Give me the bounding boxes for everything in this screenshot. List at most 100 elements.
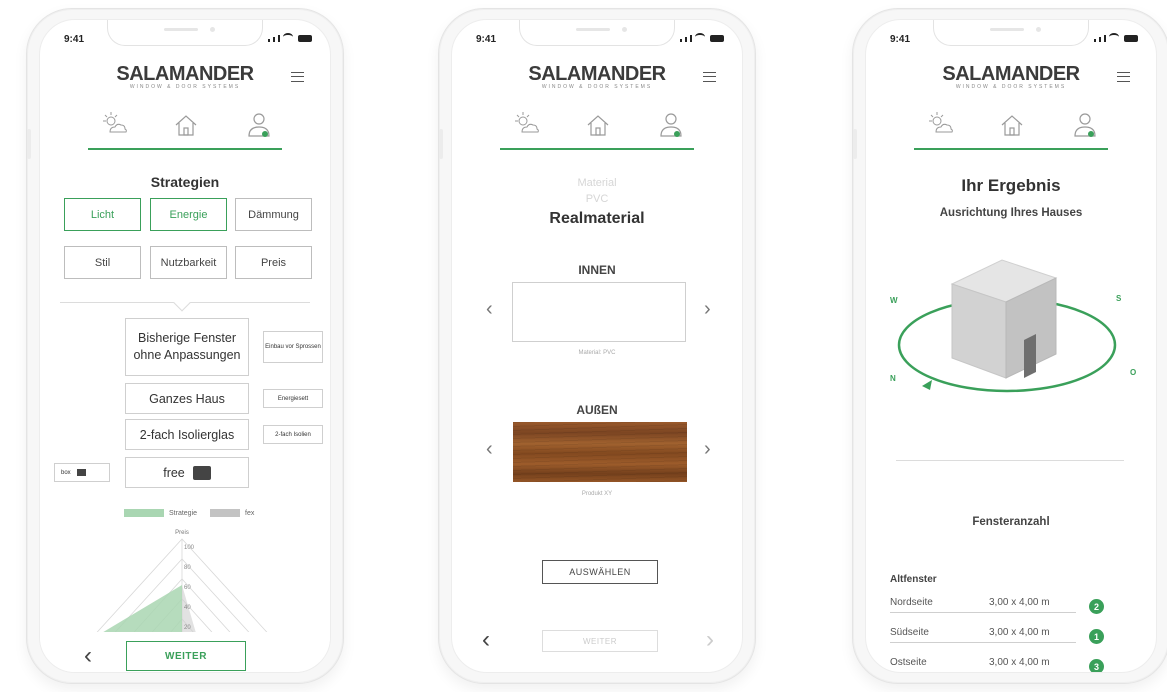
wifi-icon [283, 33, 293, 41]
forward-arrow-icon[interactable]: › [706, 626, 714, 654]
notch [933, 20, 1089, 46]
volume-button [853, 129, 857, 159]
side-card-energie[interactable]: Energiesett [263, 389, 323, 408]
row-value: 3,00 x 4,00 m [989, 657, 1050, 668]
page-title: Ihr Ergebnis [961, 176, 1061, 195]
card-ganzes-haus[interactable]: Ganzes Haus [125, 383, 249, 414]
strategy-preis[interactable]: Preis [235, 246, 312, 279]
hamburger-menu-icon[interactable] [703, 72, 716, 82]
battery-icon [710, 35, 724, 42]
row-value: 3,00 x 4,00 m [989, 627, 1050, 638]
back-arrow-icon[interactable]: ‹ [482, 626, 490, 654]
phone-strategien: 9:41 SALAMANDER WINDOW & DOOR SYSTEMS St… [26, 8, 344, 684]
strategy-nutzbarkeit[interactable]: Nutzbarkeit [150, 246, 227, 279]
user-icon[interactable] [1070, 110, 1100, 140]
strategy-energie[interactable]: Energie [150, 198, 227, 231]
radar-tick-100: 100 [184, 545, 195, 551]
phone-realmaterial: 9:41 SALAMANDER WINDOW & DOOR SYSTEMS Ma… [438, 8, 756, 684]
select-button[interactable]: AUSWÄHLEN [542, 560, 658, 584]
user-icon[interactable] [656, 110, 686, 140]
next-outer-arrow-icon[interactable]: › [704, 438, 711, 461]
door-icon [1024, 334, 1036, 378]
section-title: Fensteranzahl [972, 516, 1050, 528]
status-icons [680, 33, 724, 42]
screen-strategien: 9:41 SALAMANDER WINDOW & DOOR SYSTEMS St… [39, 19, 331, 673]
row-label: Ostseite [890, 657, 927, 668]
status-time: 9:41 [890, 34, 911, 45]
step-navigation [88, 108, 282, 150]
notch [107, 20, 263, 46]
sun-cloud-icon[interactable] [924, 110, 954, 140]
wifi-icon [695, 33, 705, 41]
window-row-sued[interactable]: Südseite 3,00 x 4,00 m 1 [890, 622, 1104, 644]
screen-ergebnis: 9:41 SALAMANDER WINDOW & DOOR SYSTEMS Ih… [865, 19, 1157, 673]
legend-label-strategie: Strategie [169, 509, 198, 517]
step-navigation [914, 108, 1108, 150]
legend-label-other: fex [245, 509, 255, 517]
radar-tick-20: 20 [184, 625, 191, 631]
radar-axis-label: Preis [175, 530, 189, 536]
next-button[interactable]: WEITER [126, 641, 246, 671]
side-card-einbau[interactable]: Einbau vor Sprossen [263, 331, 323, 363]
strategy-licht[interactable]: Licht [64, 198, 141, 231]
status-time: 9:41 [476, 34, 497, 45]
hamburger-menu-icon[interactable] [291, 72, 304, 82]
step-navigation [500, 108, 694, 150]
volume-button [27, 129, 31, 159]
puzzle-icon [76, 469, 86, 476]
faded-pvc-label: PVC [585, 193, 609, 205]
outer-caption: Produkt XY [581, 491, 613, 497]
inner-material-preview [512, 282, 686, 342]
radar-tick-60: 60 [184, 585, 191, 591]
status-icons [268, 33, 312, 42]
legend-swatch-strategie [124, 509, 164, 517]
outer-label: AUßEN [576, 403, 618, 417]
window-row-nord[interactable]: Nordseite 3,00 x 4,00 m 2 [890, 592, 1104, 614]
compass-label-west: W [890, 296, 898, 305]
compass-label-east: O [1130, 368, 1136, 377]
screen-realmaterial: 9:41 SALAMANDER WINDOW & DOOR SYSTEMS Ma… [451, 19, 743, 673]
card-free[interactable]: free [125, 457, 249, 488]
sun-cloud-icon[interactable] [510, 110, 540, 140]
window-row-ost[interactable]: Ostseite 3,00 x 4,00 m 3 [890, 652, 1104, 672]
row-label: Nordseite [890, 597, 933, 608]
brand-logo: SALAMANDER WINDOW & DOOR SYSTEMS [528, 63, 666, 90]
hamburger-menu-icon[interactable] [1117, 72, 1130, 82]
compass-label-north: N [890, 374, 896, 383]
back-arrow-icon[interactable]: ‹ [84, 642, 92, 670]
radar-tick-80: 80 [184, 565, 191, 571]
side-card-box[interactable]: box [54, 463, 110, 482]
notch [519, 20, 675, 46]
card-isolierglas[interactable]: 2-fach Isolierglas [125, 419, 249, 450]
house-icon[interactable] [997, 110, 1027, 140]
card-bisherige-fenster[interactable]: Bisherige Fenster ohne Anpassungen [125, 318, 249, 376]
brand-logo: SALAMANDER WINDOW & DOOR SYSTEMS [942, 63, 1080, 90]
strategy-daemmung[interactable]: Dämmung [235, 198, 312, 231]
strategy-stil[interactable]: Stil [64, 246, 141, 279]
next-inner-arrow-icon[interactable]: › [704, 298, 711, 321]
inner-label: INNEN [578, 263, 616, 277]
card-free-label: free [163, 465, 185, 480]
legend-swatch-other [210, 509, 241, 517]
side-card-isolier[interactable]: 2-fach Isolien [263, 425, 323, 444]
battery-icon [1124, 35, 1138, 42]
radar-tick-40: 40 [184, 605, 191, 611]
radar-chart: Preis 100 80 60 40 20 [89, 530, 275, 640]
prev-outer-arrow-icon[interactable]: ‹ [486, 438, 493, 461]
prev-inner-arrow-icon[interactable]: ‹ [486, 298, 493, 321]
page-title: Realmaterial [549, 210, 645, 227]
house-cube [950, 259, 1058, 379]
chart-legend: Strategie fex [124, 509, 254, 517]
inner-caption: Material: PVC [578, 350, 616, 356]
compass-label-south: S [1116, 294, 1122, 303]
user-icon[interactable] [244, 110, 274, 140]
house-orientation-compass[interactable]: W S N O [884, 248, 1146, 418]
sun-cloud-icon[interactable] [98, 110, 128, 140]
house-icon[interactable] [583, 110, 613, 140]
next-button[interactable]: WEITER [542, 630, 658, 652]
wood-material-preview [513, 422, 687, 482]
volume-button [439, 129, 443, 159]
count-badge: 1 [1089, 629, 1104, 644]
house-icon[interactable] [171, 110, 201, 140]
wifi-icon [1109, 33, 1119, 41]
